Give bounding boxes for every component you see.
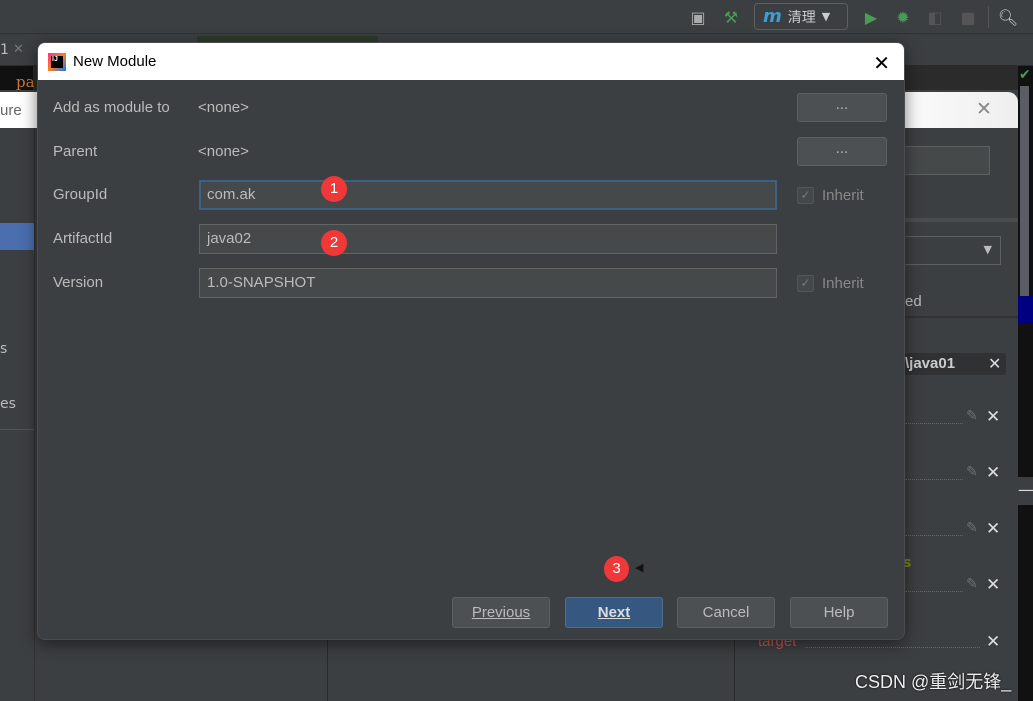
dotted-line [905,479,963,480]
selection-highlight [1018,296,1033,324]
intellij-logo-icon: IJ [48,52,66,71]
content-root-header: \java01 ✕ [900,353,1006,375]
add-as-module-value: <none> [198,99,249,116]
run-config-label: 清理 [787,9,816,26]
annotation-badge-1: 1 [321,176,347,202]
run-configuration-select[interactable]: m 清理 ▼ [754,3,848,30]
close-icon[interactable]: ✕ [988,354,1001,373]
project-structure-title: ure [0,102,22,119]
sidebar-selected-item[interactable] [0,223,34,250]
parent-browse-button[interactable]: ... [797,137,887,166]
annotation-badge-2: 2 [321,230,347,256]
panel-divider [734,640,735,701]
inherit-label: Inherit [822,275,864,292]
artifactid-input[interactable]: java02 [199,224,777,254]
annotation-badge-3: 3 [604,556,629,582]
previous-button[interactable]: Previous [452,597,550,628]
run-icon[interactable]: ▶ [860,6,882,28]
checkmark-icon: ✓ [797,275,814,292]
maven-m-icon: m [763,6,782,27]
dotted-line [905,591,963,592]
divider [900,218,1018,222]
pencil-icon[interactable]: ✎ [966,408,978,424]
dotted-line [905,535,963,536]
content-root-path: \java01 [905,355,956,372]
groupid-input[interactable]: com.ak [199,180,777,210]
search-icon[interactable]: 🔍︎ [997,6,1019,28]
remove-icon[interactable]: ✕ [986,519,1000,539]
panel-divider [327,640,328,701]
add-as-module-label: Add as module to [53,99,170,116]
minimize-icon[interactable]: — [1018,477,1033,505]
dotted-line [905,423,963,424]
parent-value: <none> [198,143,249,160]
pencil-icon[interactable]: ✎ [966,464,978,480]
previous-label: Previous [471,604,531,621]
parent-label: Parent [53,143,98,160]
chevron-down-icon: ▼ [983,243,992,256]
stop-icon[interactable]: ■ [957,6,979,28]
pencil-icon[interactable]: ✎ [966,520,978,536]
build-hammer-icon[interactable]: ⚒ [720,6,742,28]
sidebar-item[interactable]: s [0,341,7,357]
dialog-title-bar: IJ New Module ✕ [38,43,904,80]
close-icon[interactable]: ✕ [873,51,890,76]
sidebar-item[interactable]: es [0,396,16,412]
editor-gutter: pa [0,66,35,92]
editor-tab-label[interactable]: 1 [0,42,9,58]
version-input[interactable]: 1.0-SNAPSHOT [199,268,777,298]
inspection-ok-icon: ✔ [1019,67,1031,83]
next-label: Next [597,604,631,621]
run-window-icon[interactable]: ▣ [687,6,709,28]
remove-icon[interactable]: ✕ [986,575,1000,595]
help-button[interactable]: Help [790,597,888,628]
main-toolbar: ▣ ⚒ m 清理 ▼ ▶ ✹ ◧ ■ 🔍︎ [0,0,1033,34]
version-inherit-checkbox[interactable]: ✓ Inherit [797,275,864,292]
checkmark-icon: ✓ [797,187,814,204]
new-module-dialog: IJ New Module ✕ Add as module to <none> … [37,42,905,640]
inherit-label: Inherit [822,187,864,204]
debug-bug-icon[interactable]: ✹ [892,6,914,28]
watermark: CSDN @重剑无锋_ [855,672,1012,692]
bg-dropdown[interactable]: ▼ [900,236,1001,265]
cancel-button[interactable]: Cancel [677,597,775,628]
left-sidebar: s es [0,128,35,701]
artifactid-label: ArtifactId [53,230,113,247]
pencil-icon[interactable]: ✎ [966,576,978,592]
groupid-label: GroupId [53,186,108,203]
groupid-inherit-checkbox[interactable]: ✓ Inherit [797,187,864,204]
toolbar-divider [988,6,989,28]
editor-scroll-area: ✔ — [1018,66,1033,701]
dotted-line [805,647,980,648]
editor-text: pa [16,73,35,91]
bg-input[interactable] [900,146,990,175]
add-as-module-browse-button[interactable]: ... [797,93,887,122]
bg-label: ed [905,293,922,310]
close-icon[interactable]: ✕ [976,98,992,120]
coverage-icon[interactable]: ◧ [924,6,946,28]
divider [0,429,34,430]
remove-icon[interactable]: ✕ [986,407,1000,427]
version-label: Version [53,274,104,291]
tab-close-icon[interactable]: ✕ [13,42,24,57]
remove-icon[interactable]: ✕ [986,463,1000,483]
chevron-down-icon: ▼ [821,10,831,23]
remove-icon[interactable]: ✕ [986,632,1000,652]
dialog-title: New Module [73,53,157,70]
pointer-arrow-icon: ◀ [635,561,644,574]
divider [900,316,1018,318]
scrollbar-thumb[interactable] [1020,86,1029,312]
next-button[interactable]: Next [565,597,663,628]
